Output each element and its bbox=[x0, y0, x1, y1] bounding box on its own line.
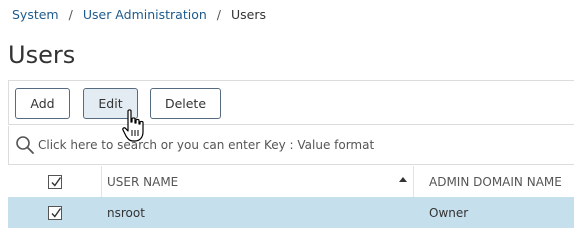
search-input[interactable] bbox=[38, 133, 558, 157]
admin-domain-cell: Owner bbox=[429, 205, 469, 220]
page-title: Users bbox=[8, 41, 76, 69]
breadcrumb-separator: / bbox=[216, 6, 221, 22]
checkmark-icon bbox=[51, 207, 62, 218]
column-header-label: USER NAME bbox=[107, 174, 179, 189]
breadcrumb-separator: / bbox=[68, 6, 73, 22]
row-checkbox-cell bbox=[8, 197, 102, 228]
column-header-label: ADMIN DOMAIN NAME bbox=[429, 174, 562, 189]
column-header-admin-domain-name[interactable]: ADMIN DOMAIN NAME bbox=[414, 166, 574, 197]
breadcrumb-current: Users bbox=[231, 6, 267, 22]
edit-button[interactable]: Edit bbox=[83, 88, 138, 119]
table-header: USER NAME ADMIN DOMAIN NAME bbox=[8, 166, 574, 197]
users-table: USER NAME ADMIN DOMAIN NAME nsroot Owner bbox=[8, 166, 574, 228]
user-name-cell: nsroot bbox=[107, 205, 145, 220]
search-icon[interactable] bbox=[15, 135, 35, 155]
sort-ascending-icon bbox=[399, 177, 407, 182]
breadcrumb-user-administration-link[interactable]: User Administration bbox=[83, 7, 207, 22]
checkmark-icon bbox=[50, 176, 61, 187]
search-bar bbox=[8, 126, 574, 165]
select-all-checkbox[interactable] bbox=[47, 174, 62, 189]
breadcrumb: System / User Administration / Users bbox=[12, 6, 266, 22]
add-button[interactable]: Add bbox=[15, 88, 70, 119]
column-header-user-name[interactable]: USER NAME bbox=[102, 166, 414, 197]
breadcrumb-system-link[interactable]: System bbox=[12, 7, 59, 22]
table-row[interactable]: nsroot Owner bbox=[8, 197, 574, 228]
header-checkbox-cell bbox=[8, 166, 102, 197]
row-checkbox[interactable] bbox=[48, 205, 62, 220]
delete-button[interactable]: Delete bbox=[150, 88, 221, 119]
toolbar: Add Edit Delete bbox=[8, 80, 574, 125]
